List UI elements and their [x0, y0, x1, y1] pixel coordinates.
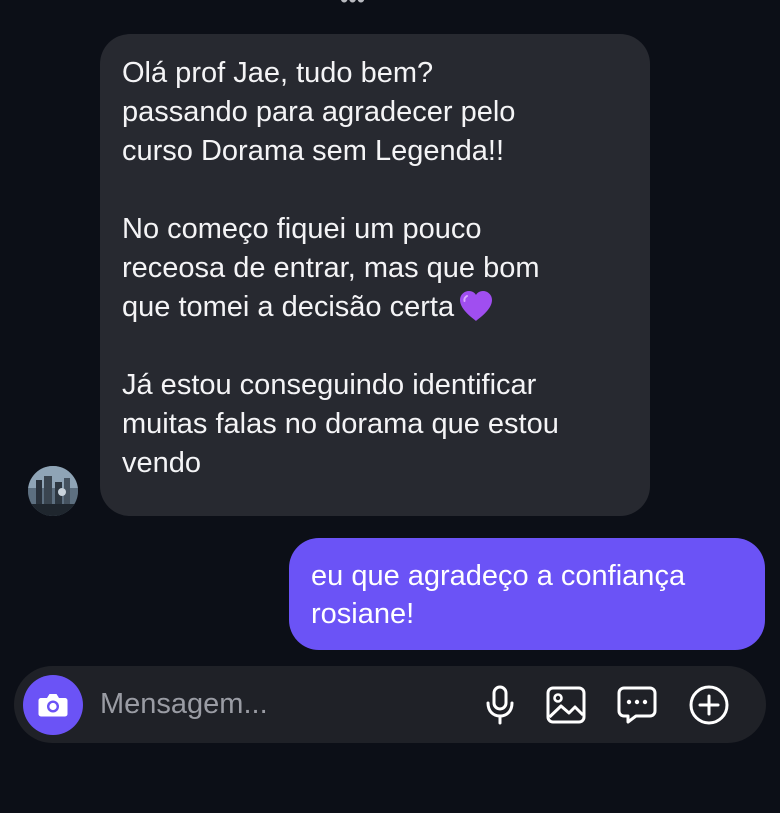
camera-button[interactable]	[23, 675, 83, 735]
purple-heart-icon	[458, 290, 494, 322]
incoming-message-bubble[interactable]: Olá prof Jae, tudo bem? passando para ag…	[100, 34, 650, 516]
avatar-photo	[28, 466, 78, 516]
sticker-button[interactable]	[616, 684, 658, 726]
message-composer	[14, 666, 766, 743]
plus-icon	[689, 685, 729, 725]
message-input[interactable]	[100, 682, 440, 726]
avatar[interactable]	[28, 466, 78, 516]
gallery-button[interactable]	[545, 684, 587, 726]
previous-message-remnant: •••	[340, 0, 365, 14]
outgoing-message-text: eu que agradeço a confiança rosiane!	[311, 560, 686, 630]
microphone-icon	[486, 685, 514, 725]
message-paragraph: No começo fiquei um pouco receosa de ent…	[122, 213, 540, 323]
outgoing-message-bubble[interactable]: eu que agradeço a confiança rosiane!	[289, 538, 765, 650]
chat-screen: ••• Olá prof Jae, tudo bem? passando par…	[0, 0, 780, 813]
add-button[interactable]	[688, 684, 730, 726]
sticker-icon	[617, 686, 657, 724]
gallery-icon	[546, 686, 586, 724]
microphone-button[interactable]	[479, 684, 521, 726]
message-paragraph: Olá prof Jae, tudo bem? passando para ag…	[122, 57, 516, 167]
message-paragraph: Já estou conseguindo identificar muitas …	[122, 369, 559, 479]
camera-icon	[38, 694, 68, 717]
